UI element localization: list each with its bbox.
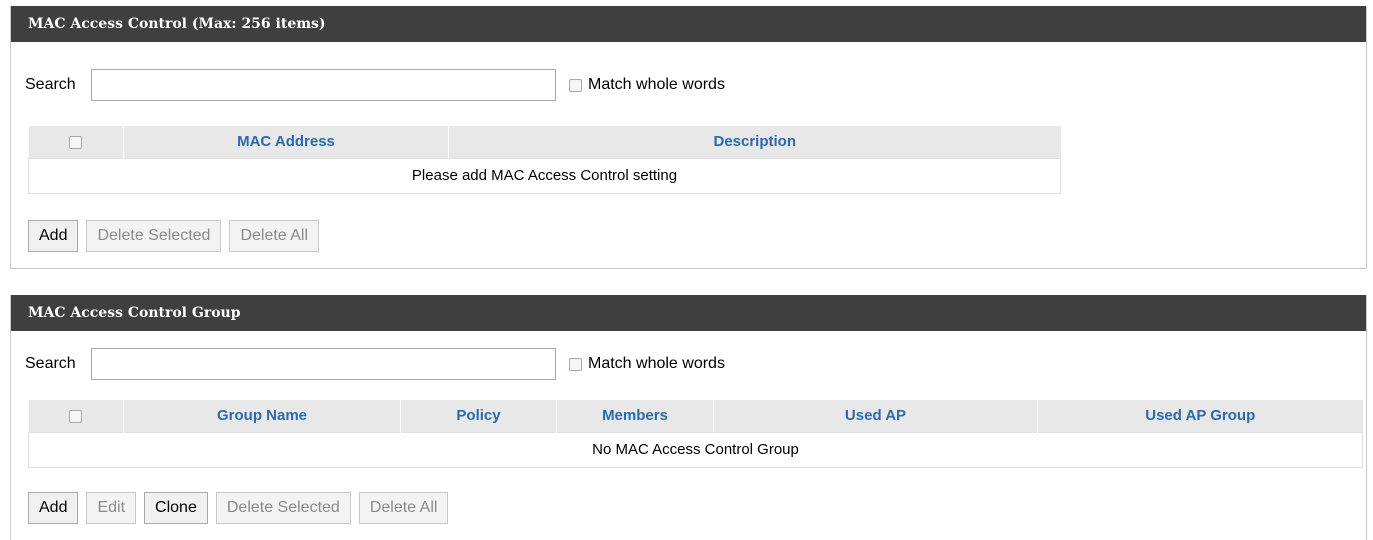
table-row: Please add MAC Access Control setting — [28, 157, 1061, 194]
delete-all-button[interactable]: Delete All — [229, 220, 320, 252]
column-header-used-ap-group[interactable]: Used AP Group — [1037, 400, 1363, 432]
panel-title: MAC Access Control Group — [11, 295, 1366, 331]
delete-selected-button[interactable]: Delete Selected — [86, 220, 222, 252]
add-button[interactable]: Add — [28, 220, 79, 252]
match-whole-words-checkbox[interactable] — [569, 357, 582, 371]
mac-address-table: MAC Address Description Please add MAC A… — [28, 126, 1061, 194]
button-row: Add Delete Selected Delete All — [28, 220, 327, 252]
search-input[interactable] — [91, 348, 556, 380]
group-table: Group Name Policy Members Used AP Used A… — [28, 400, 1363, 468]
button-row: Add Edit Clone Delete Selected Delete All — [28, 492, 456, 524]
search-label: Search — [25, 355, 76, 372]
empty-message: No MAC Access Control Group — [28, 431, 1363, 468]
column-header-description[interactable]: Description — [448, 126, 1061, 158]
match-whole-words-label: Match whole words — [588, 76, 725, 93]
match-whole-words-checkbox[interactable] — [569, 78, 582, 92]
search-label: Search — [25, 76, 76, 93]
delete-all-button[interactable]: Delete All — [358, 492, 449, 524]
clone-button[interactable]: Clone — [144, 492, 208, 524]
column-header-mac-address[interactable]: MAC Address — [123, 126, 449, 158]
select-all-header — [28, 126, 124, 158]
column-header-group-name[interactable]: Group Name — [123, 400, 401, 432]
select-all-checkbox[interactable] — [69, 135, 83, 149]
table-header-row: MAC Address Description — [28, 126, 1061, 158]
mac-access-control-group-panel: MAC Access Control Group Search Match wh… — [10, 295, 1367, 540]
add-button[interactable]: Add — [28, 492, 79, 524]
column-header-used-ap[interactable]: Used AP — [713, 400, 1038, 432]
select-all-checkbox[interactable] — [69, 409, 83, 423]
edit-button[interactable]: Edit — [86, 492, 137, 524]
search-input[interactable] — [91, 69, 556, 101]
empty-message: Please add MAC Access Control setting — [28, 157, 1061, 194]
column-header-members[interactable]: Members — [556, 400, 714, 432]
match-whole-words-option[interactable]: Match whole words — [569, 76, 725, 94]
table-row: No MAC Access Control Group — [28, 431, 1363, 468]
delete-selected-button[interactable]: Delete Selected — [215, 492, 351, 524]
table-header-row: Group Name Policy Members Used AP Used A… — [28, 400, 1363, 432]
column-header-policy[interactable]: Policy — [400, 400, 557, 432]
match-whole-words-label: Match whole words — [588, 355, 725, 372]
select-all-header — [28, 400, 124, 432]
match-whole-words-option[interactable]: Match whole words — [569, 355, 725, 373]
mac-access-control-panel: MAC Access Control (Max: 256 items) Sear… — [10, 6, 1367, 269]
panel-title: MAC Access Control (Max: 256 items) — [11, 6, 1366, 42]
